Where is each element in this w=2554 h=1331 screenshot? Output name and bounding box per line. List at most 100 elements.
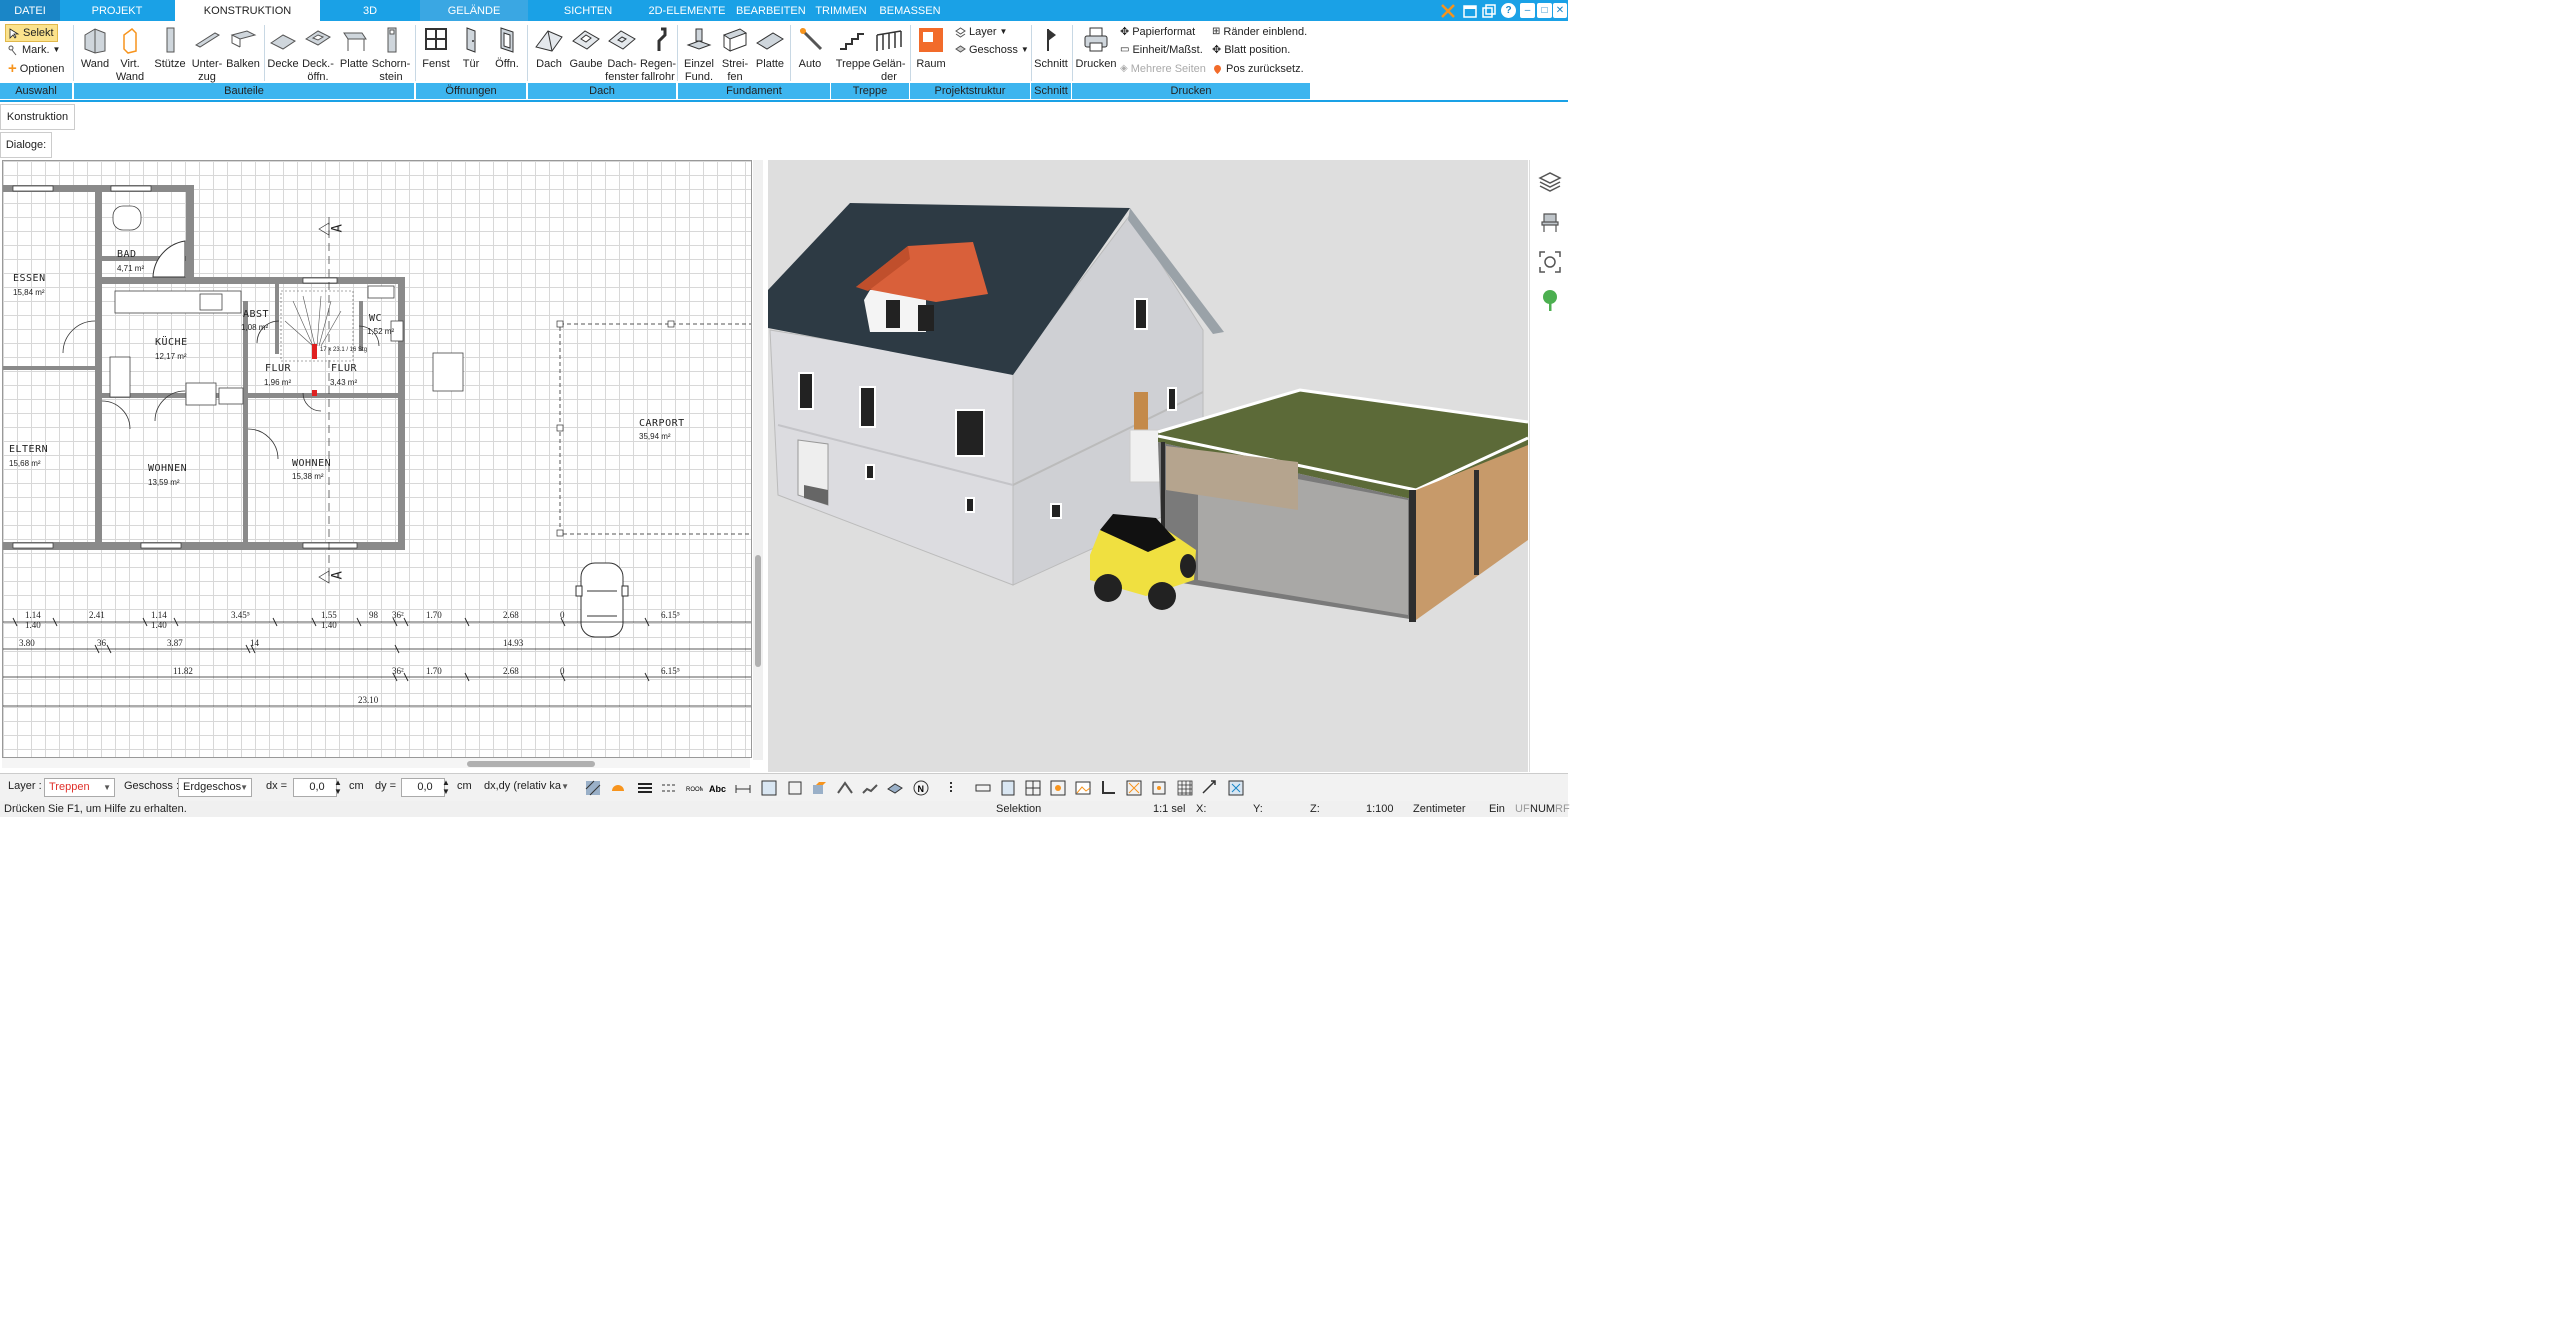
dx-input[interactable]: 0,0	[293, 778, 337, 797]
line-style-icon[interactable]	[660, 779, 678, 797]
tab-bemassen[interactable]: BEMASSEN	[878, 0, 942, 21]
grid-icon[interactable]	[1176, 779, 1194, 797]
stair-view-icon[interactable]	[861, 779, 879, 797]
geschoss-dropdown[interactable]: Geschoss ▼	[955, 42, 1029, 58]
drucken-button[interactable]: Drucken	[1075, 23, 1117, 71]
maximize-button[interactable]: □	[1537, 3, 1552, 18]
minimize-button[interactable]: –	[1520, 3, 1535, 18]
mark-button[interactable]: Mark. ▼	[8, 42, 60, 58]
dy-stepper[interactable]: ▲ ▼	[442, 778, 450, 796]
optionen-button[interactable]: + Optionen	[8, 61, 64, 77]
3d-object-icon[interactable]	[810, 779, 828, 797]
tuer-button[interactable]: Tür	[455, 23, 487, 71]
select-frame-icon[interactable]	[760, 779, 778, 797]
restore-icon[interactable]	[1481, 3, 1497, 19]
tab-3d[interactable]: 3D	[345, 0, 395, 21]
zoom-fit-icon[interactable]	[1538, 250, 1562, 274]
roof-view-icon[interactable]	[836, 779, 854, 797]
pos-reset-button[interactable]: Pos zurücksetz.	[1212, 61, 1304, 77]
dimension-icon[interactable]	[734, 779, 752, 797]
crop-icon[interactable]	[786, 779, 804, 797]
decke-button[interactable]: Decke	[266, 23, 300, 71]
schornstein-button[interactable]: Schorn- stein	[371, 23, 411, 84]
einheit-button[interactable]: ▭ Einheit/Maßst.	[1120, 42, 1203, 58]
tools-icon[interactable]	[1440, 3, 1456, 19]
floor-plan-view[interactable]: ESSEN 15,84 m² BAD 4,71 m² KÜCHE 12,17 m…	[2, 160, 752, 758]
snap-icon[interactable]	[1049, 779, 1067, 797]
room-area: 3,43 m²	[330, 378, 358, 387]
treppe-button[interactable]: Treppe	[835, 23, 871, 71]
layers-icon[interactable]	[1538, 170, 1562, 194]
tab-projekt[interactable]: PROJEKT	[84, 0, 150, 21]
balken-button[interactable]: Balken	[225, 23, 261, 71]
midpoint-icon[interactable]	[1125, 779, 1143, 797]
north-icon[interactable]: N	[912, 779, 930, 797]
fill-icon[interactable]	[609, 779, 627, 797]
wand-button[interactable]: Wand	[78, 23, 112, 71]
streifenfundament-button[interactable]: Strei- fen	[717, 23, 753, 84]
mode-select[interactable]: dx,dy (relativ ka ▼	[480, 778, 572, 795]
ruler-icon[interactable]	[974, 779, 992, 797]
center-snap-icon[interactable]	[1150, 779, 1168, 797]
auto-button[interactable]: Auto	[793, 23, 827, 71]
vertical-dots-icon[interactable]	[942, 779, 960, 797]
regenfallrohr-button[interactable]: Regen- fallrohr	[638, 23, 678, 84]
schnitt-button[interactable]: Schnitt	[1033, 23, 1069, 71]
papierformat-button[interactable]: ✥ Papierformat	[1120, 24, 1195, 40]
oeffnung-button[interactable]: Öffn.	[490, 23, 524, 71]
grid-plan-icon[interactable]	[1024, 779, 1042, 797]
tab-bearbeiten[interactable]: BEARBEITEN	[736, 0, 806, 21]
orthogonal-icon[interactable]	[1201, 779, 1219, 797]
corner-snap-icon[interactable]	[1099, 779, 1117, 797]
platte-button[interactable]: Platte	[337, 23, 371, 71]
selekt-button[interactable]: Selekt	[5, 24, 58, 42]
tab-trimmen[interactable]: TRIMMEN	[812, 0, 870, 21]
gaube-button[interactable]: Gaube	[568, 23, 604, 71]
tab-datei[interactable]: DATEI	[0, 0, 60, 21]
vertical-scrollbar[interactable]	[753, 160, 763, 760]
konstruktion-tab[interactable]: Konstruktion	[0, 104, 75, 130]
dx-stepper[interactable]: ▲ ▼	[334, 778, 342, 796]
horizontal-scrollbar[interactable]	[2, 758, 750, 768]
close-button[interactable]: ✕	[1553, 3, 1567, 18]
layer-select[interactable]: Treppen ▼	[44, 778, 115, 797]
unterzug-button[interactable]: Unter- zug	[189, 23, 225, 84]
dach-button[interactable]: Dach	[531, 23, 567, 71]
geschoss-select[interactable]: Erdgeschos ▼	[178, 778, 252, 797]
vertical-scroll-thumb[interactable]	[755, 555, 761, 667]
virtual-wall-icon	[123, 28, 137, 54]
tab-2d-elemente[interactable]: 2D-ELEMENTE	[645, 0, 729, 21]
tab-konstruktion[interactable]: KONSTRUKTION	[175, 0, 320, 22]
deckoeffn-button[interactable]: Deck.- öffn.	[300, 23, 336, 84]
dy-input[interactable]: 0,0	[401, 778, 445, 797]
raum-button[interactable]: Raum	[913, 23, 949, 71]
slab-view-icon[interactable]	[886, 779, 904, 797]
horizontal-scroll-thumb[interactable]	[467, 761, 595, 767]
3d-view[interactable]	[768, 160, 1529, 772]
fenster-button[interactable]: Fenst	[419, 23, 453, 71]
tab-sichten[interactable]: SICHTEN	[552, 0, 624, 21]
chair-icon[interactable]	[1538, 210, 1562, 234]
line-weight-icon[interactable]	[636, 779, 654, 797]
window-icon[interactable]	[1462, 3, 1478, 19]
raender-button[interactable]: ⊞ Ränder einblend.	[1212, 24, 1307, 40]
tab-gelaende[interactable]: GELÄNDE	[420, 0, 528, 21]
blatt-position-button[interactable]: ✥ Blatt position.	[1212, 42, 1290, 58]
tree-icon[interactable]	[1538, 288, 1562, 312]
help-icon[interactable]: ?	[1501, 3, 1516, 18]
hatch-icon[interactable]	[584, 779, 602, 797]
mehrere-seiten-button[interactable]: ◈ Mehrere Seiten	[1120, 61, 1206, 77]
text-icon[interactable]: Abc	[709, 779, 727, 797]
image-icon[interactable]	[1074, 779, 1092, 797]
snap-off-icon[interactable]	[1227, 779, 1245, 797]
stuetze-button[interactable]: Stütze	[152, 23, 188, 71]
floor-plan-drawing	[3, 185, 751, 707]
dachfenster-button[interactable]: Dach- fenster	[604, 23, 640, 84]
room-label-icon[interactable]: ROOM	[685, 779, 703, 797]
virt-wand-button[interactable]: Virt. Wand	[113, 23, 147, 84]
page-icon[interactable]	[999, 779, 1017, 797]
gelaender-button[interactable]: Gelän- der	[871, 23, 907, 84]
layer-dropdown[interactable]: Layer ▼	[955, 24, 1007, 40]
einzelfundament-button[interactable]: Einzel Fund.	[681, 23, 717, 84]
fundament-platte-button[interactable]: Platte	[753, 23, 787, 71]
